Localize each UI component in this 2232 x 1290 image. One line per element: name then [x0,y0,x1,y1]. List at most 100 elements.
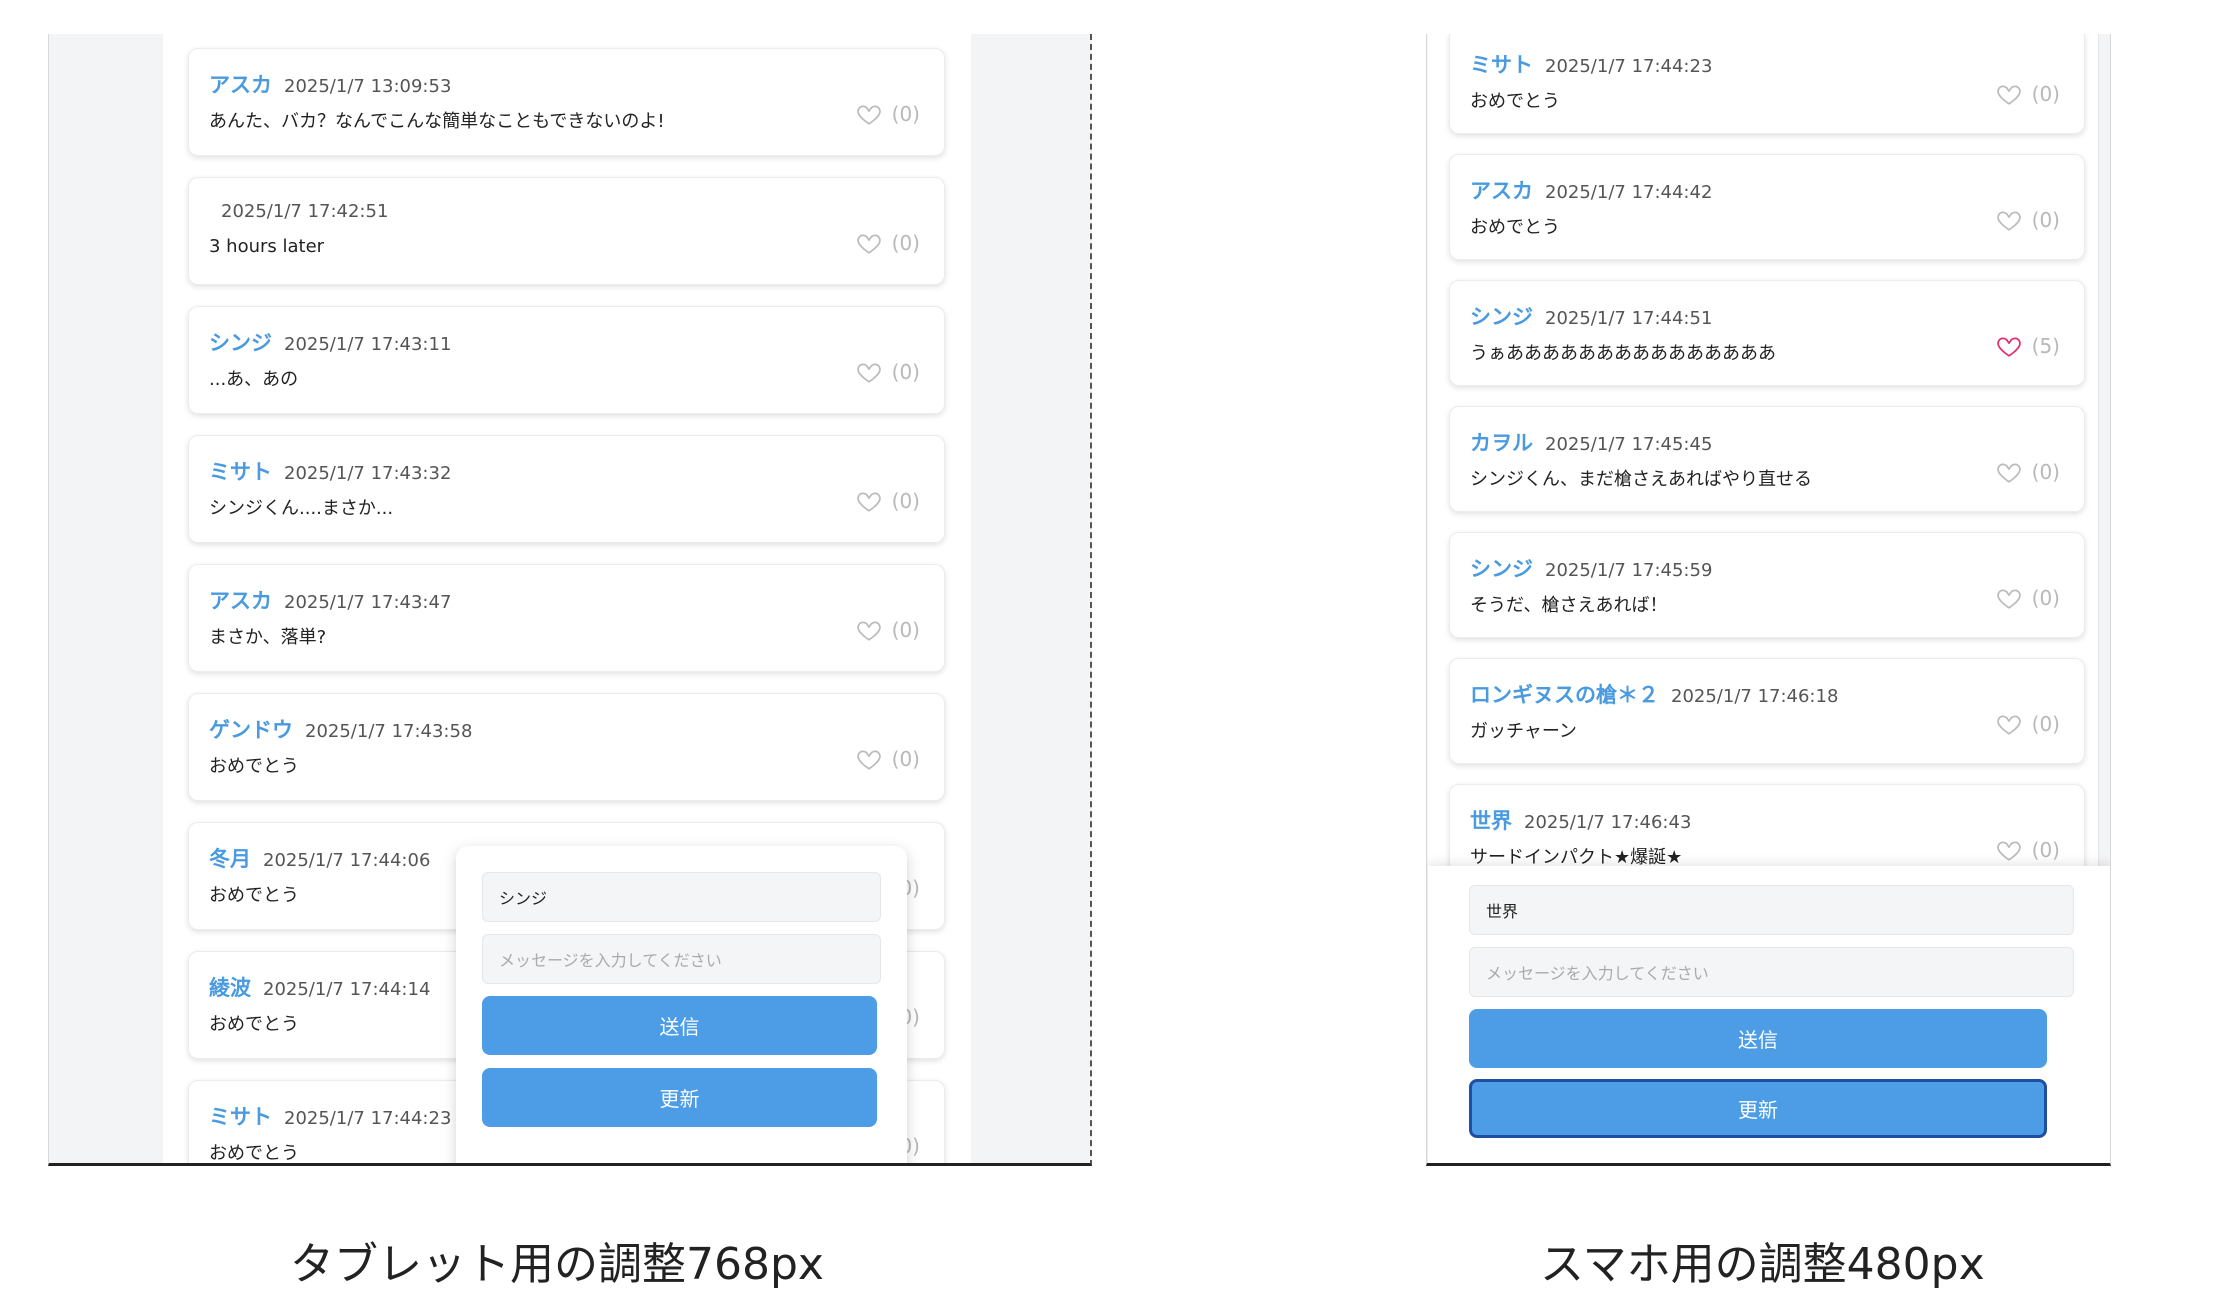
message-header: ゲンドウ 2025/1/7 17:43:58 [209,714,472,744]
like-button[interactable]: (0) [856,746,920,772]
like-count: (5) [2031,334,2060,358]
like-button[interactable]: (0) [856,230,920,256]
message-text: おめでとう [1470,217,1560,238]
message-card: アスカ 2025/1/7 13:09:53 あんた、バカ？なんでこんな簡単なこともで… [188,48,945,156]
message-text: あんた、バカ？なんでこんな簡単なこともできないのよ! [209,111,665,132]
heart-icon [1996,211,2021,231]
author-name: 世界 [1470,809,1512,833]
author-name: ミサト [209,460,272,484]
message-text: まさか、落単? [209,627,327,648]
heart-icon [1996,85,2021,105]
message-text: うぁあああああああああああああああ [1470,343,1776,364]
message-header: ロンギヌスの槍＊２ 2025/1/7 17:46:18 [1470,679,1838,709]
like-button[interactable]: (0) [856,488,920,514]
phone-caption: スマホ用の調整480px [1540,1239,1985,1290]
refresh-button[interactable]: 更新 [482,1068,877,1127]
timestamp: 2025/1/7 17:46:43 [1524,812,1692,833]
heart-icon [856,105,881,125]
message-header: ミサト 2025/1/7 17:44:23 [209,1101,451,1131]
message-text: そうだ、槍さえあれば！ [1470,595,1668,616]
tablet-chat-column: アスカ 2025/1/7 13:09:53 あんた、バカ？なんでこんな簡単なこともで… [163,34,971,1163]
tablet-caption: タブレット用の調整768px [290,1239,824,1290]
author-name: アスカ [209,589,272,613]
timestamp: 2025/1/7 13:09:53 [284,76,452,97]
phone-post-form: 世界 メッセージを入力してください 送信 更新 [1428,866,2110,1163]
tablet-preview: アスカ 2025/1/7 13:09:53 あんた、バカ？なんでこんな簡単なこともで… [48,34,1092,1166]
message-card: ロンギヌスの槍＊２ 2025/1/7 17:46:18 ガッチャーン (0) [1449,658,2085,764]
message-text: おめでとう [209,1143,299,1164]
heart-icon [1996,337,2021,357]
message-header: ミサト 2025/1/7 17:44:23 [1470,49,1712,79]
like-count: (0) [2031,838,2060,862]
like-button[interactable]: (5) [1996,333,2060,359]
timestamp: 2025/1/7 17:44:23 [1545,56,1713,77]
like-button[interactable]: (0) [1996,81,2060,107]
message-text: ...あ、あの [209,369,299,390]
author-name: カヲル [1470,431,1533,455]
refresh-button[interactable]: 更新 [1469,1079,2047,1138]
send-button[interactable]: 送信 [482,996,877,1055]
phone-chat-column: ミサト 2025/1/7 17:44:23 おめでとう (0) アスカ 2025/1/7 … [1428,34,2110,1163]
message-field[interactable]: メッセージを入力してください [482,934,881,984]
author-name: アスカ [209,73,272,97]
timestamp: 2025/1/7 17:44:23 [284,1108,452,1129]
like-button[interactable]: (0) [1996,837,2060,863]
timestamp: 2025/1/7 17:46:18 [1671,686,1839,707]
author-name: ミサト [209,1105,272,1129]
timestamp: 2025/1/7 17:43:32 [284,463,452,484]
author-name: アスカ [1470,179,1533,203]
name-field[interactable]: シンジ [482,872,881,922]
like-count: (0) [2031,208,2060,232]
name-field[interactable]: 世界 [1469,885,2074,935]
message-header: アスカ 2025/1/7 17:44:42 [1470,175,1712,205]
heart-icon [1996,589,2021,609]
send-button[interactable]: 送信 [1469,1009,2047,1068]
heart-icon [1996,715,2021,735]
like-button[interactable]: (0) [1996,585,2060,611]
like-button[interactable]: (0) [1996,207,2060,233]
like-button[interactable]: (0) [856,101,920,127]
timestamp: 2025/1/7 17:45:45 [1545,434,1713,455]
timestamp: 2025/1/7 17:42:51 [221,201,389,222]
message-header: 綾波 2025/1/7 17:44:14 [209,972,430,1002]
message-card: ミサト 2025/1/7 17:44:23 おめでとう (0) [1449,34,2085,134]
like-count: (0) [891,231,920,255]
like-count: (0) [2031,586,2060,610]
heart-icon [1996,463,2021,483]
heart-icon [1996,841,2021,861]
heart-icon [856,750,881,770]
phone-preview: ミサト 2025/1/7 17:44:23 おめでとう (0) アスカ 2025/1/7 … [1426,34,2111,1166]
timestamp: 2025/1/7 17:43:11 [284,334,452,355]
message-header: シンジ 2025/1/7 17:45:59 [1470,553,1712,583]
message-text: おめでとう [209,1014,299,1035]
author-name: ロンギヌスの槍＊２ [1470,683,1659,707]
message-header: 世界 2025/1/7 17:46:43 [1470,805,1691,835]
like-button[interactable]: (0) [856,359,920,385]
message-text: ガッチャーン [1470,721,1577,742]
like-count: (0) [2031,712,2060,736]
tablet-post-form: シンジ メッセージを入力してください 送信 更新 [456,846,907,1163]
author-name: ミサト [1470,53,1533,77]
message-text: おめでとう [209,885,299,906]
message-card: アスカ 2025/1/7 17:44:42 おめでとう (0) [1449,154,2085,260]
like-button[interactable]: (0) [1996,459,2060,485]
timestamp: 2025/1/7 17:44:51 [1545,308,1713,329]
message-card: ミサト 2025/1/7 17:43:32 シンジくん....まさか... (0) [188,435,945,543]
like-count: (0) [891,489,920,513]
message-header: ミサト 2025/1/7 17:43:32 [209,456,451,486]
message-text: おめでとう [1470,91,1560,112]
author-name: 綾波 [209,976,251,1000]
like-count: (0) [2031,82,2060,106]
heart-icon [856,234,881,254]
message-header: アスカ 2025/1/7 13:09:53 [209,69,451,99]
like-count: (0) [891,102,920,126]
message-field[interactable]: メッセージを入力してください [1469,947,2074,997]
timestamp: 2025/1/7 17:43:47 [284,592,452,613]
message-text: シンジくん、まだ槍さえあればやり直せる [1470,469,1812,490]
message-text: おめでとう [209,756,299,777]
message-card: シンジ 2025/1/7 17:44:51 うぁあああああああああああああああ (5) [1449,280,2085,386]
author-name: シンジ [1470,557,1533,581]
message-text: シンジくん....まさか... [209,498,394,519]
like-button[interactable]: (0) [1996,711,2060,737]
like-button[interactable]: (0) [856,617,920,643]
